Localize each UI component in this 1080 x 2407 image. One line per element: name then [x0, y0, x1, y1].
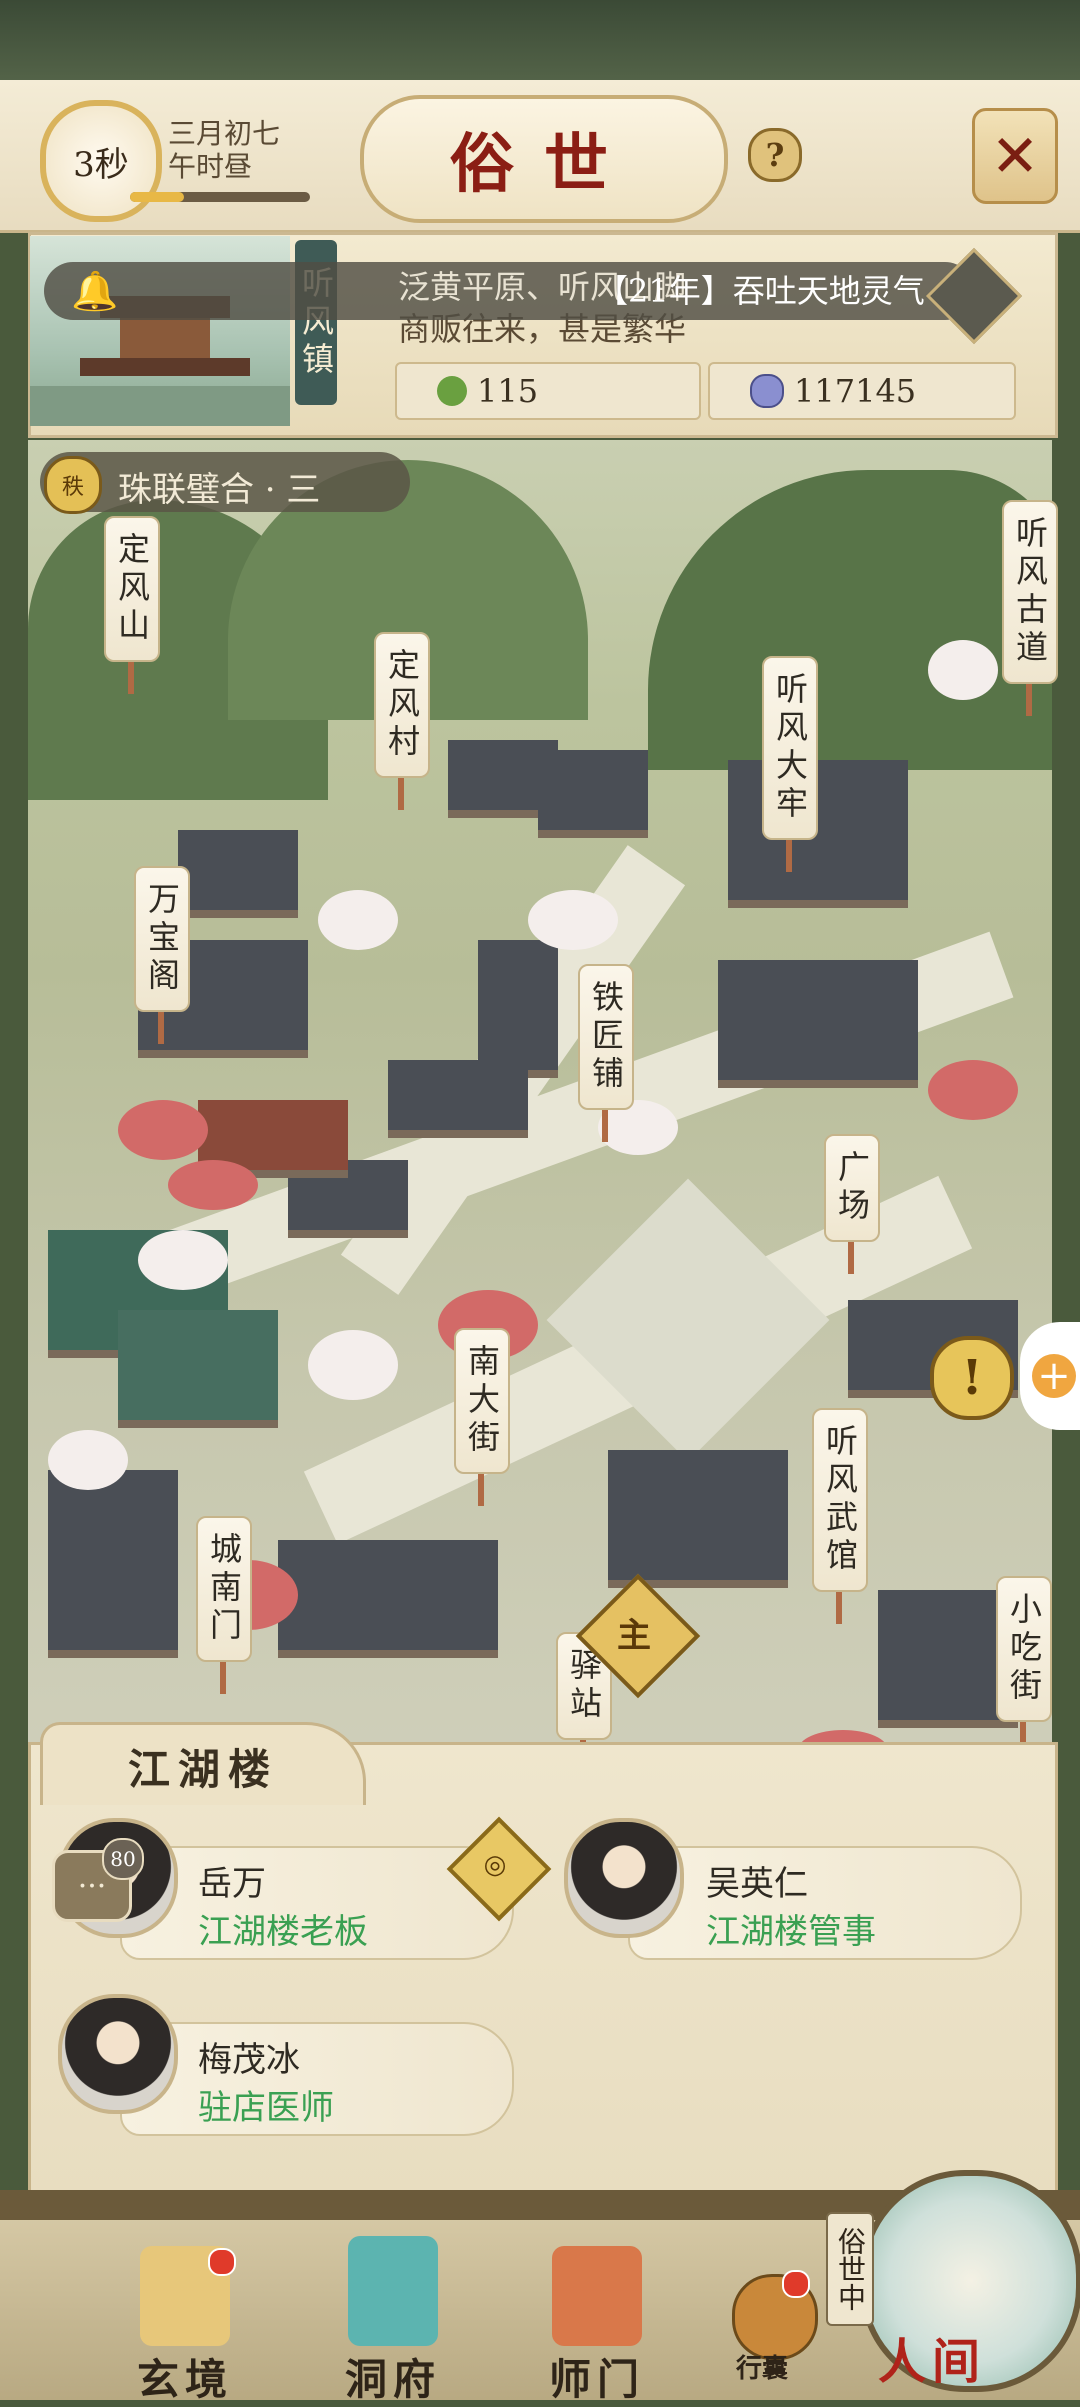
pavilion-icon [348, 2236, 438, 2346]
question-icon: ? [765, 136, 785, 174]
nav-shimen[interactable]: 师门 [532, 2246, 662, 2407]
npc-name: 梅茂冰 [198, 2040, 300, 2080]
world-label: 人间 [878, 2334, 987, 2390]
npc-avatar-meimaobing[interactable] [58, 1994, 178, 2114]
leaf-resource: 115 [395, 362, 701, 420]
plus-icon: + [1032, 1353, 1076, 1399]
timer-badge[interactable]: 3秒 [40, 100, 162, 222]
npc-avatar-wuyingren[interactable] [564, 1818, 684, 1938]
close-button[interactable]: ✕ [972, 108, 1058, 204]
time-progress-fill [130, 192, 184, 202]
map-location-plaza[interactable]: 广场 [824, 1134, 880, 1274]
npc-name: 吴英仁 [706, 1864, 808, 1904]
map-location-wanbao-pavilion[interactable]: 万宝阁 [134, 866, 190, 1044]
town-map[interactable] [28, 440, 1052, 1770]
npc-role: 江湖楼老板 [198, 1912, 368, 1952]
map-location-tingfeng-martial-hall[interactable]: 听风武馆 [812, 1408, 868, 1624]
bag-label: 行囊 [736, 2354, 789, 2384]
notification-dot [782, 2270, 810, 2298]
rank-label: 珠联璧合 · 三 [118, 470, 321, 510]
spirit-coin-resource: 117145 [708, 362, 1016, 420]
world-status-tag: 俗世中 [826, 2212, 874, 2326]
help-button[interactable]: ? [748, 128, 802, 182]
npc-role: 江湖楼管事 [706, 1912, 876, 1952]
building-panel-title: 江湖楼 [128, 1745, 279, 1794]
time-progress-bar [130, 192, 310, 202]
page-title: 俗世 [360, 95, 728, 223]
spirit-coin-icon [750, 374, 784, 408]
chat-count-badge: 80 [102, 1838, 144, 1880]
map-location-south-street[interactable]: 南大街 [454, 1328, 510, 1506]
leaf-resource-value: 115 [477, 372, 539, 410]
map-location-blacksmith[interactable]: 铁匠铺 [578, 964, 634, 1142]
map-location-tingfeng-prison[interactable]: 听风大牢 [762, 656, 818, 872]
leaf-icon [437, 376, 467, 406]
spirit-coin-value: 117145 [794, 372, 917, 410]
alert-icon[interactable]: ! [930, 1336, 1014, 1420]
map-location-tingfeng-ancient-road[interactable]: 听风古道 [1002, 500, 1058, 716]
nav-label: 玄境 [136, 2355, 233, 2404]
map-location-dingfeng-mountain[interactable]: 定风山 [104, 516, 160, 694]
map-location-dingfeng-village[interactable]: 定风村 [374, 632, 430, 810]
notification-dot [208, 2248, 236, 2276]
map-location-snack-street[interactable]: 小吃街 [996, 1576, 1052, 1754]
rank-badge: 秩 [44, 456, 102, 514]
top-decor-strip [0, 0, 1080, 90]
npc-role: 驻店医师 [198, 2088, 334, 2128]
time-period-label: 午时昼 [168, 150, 253, 183]
bell-icon: 🔔 [71, 268, 119, 313]
main-marker-label: 主 [617, 1615, 651, 1656]
coin-icon: ◎ [483, 1850, 507, 1880]
expand-button[interactable]: + [1020, 1322, 1080, 1430]
announcement-text: 【21年】吞吐天地灵气 [596, 272, 925, 310]
banner-icon [552, 2246, 642, 2346]
nav-dongfu[interactable]: 洞府 [328, 2236, 458, 2407]
nav-label: 师门 [548, 2355, 645, 2404]
crossed-swords-icon: ✕ [990, 122, 1040, 190]
map-location-south-gate[interactable]: 城南门 [196, 1516, 252, 1694]
nav-label: 洞府 [344, 2355, 441, 2404]
npc-name: 岳万 [198, 1864, 266, 1904]
